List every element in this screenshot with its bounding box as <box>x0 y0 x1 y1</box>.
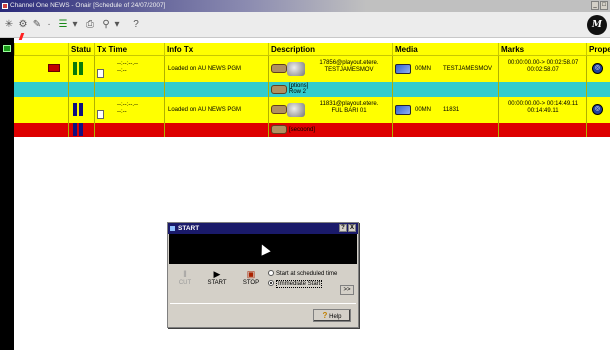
media-name-value: 11831 <box>443 107 460 113</box>
dialog-icon <box>170 226 175 231</box>
column-header-description[interactable]: Description <box>268 43 392 56</box>
left-strip <box>0 38 14 350</box>
table-row[interactable]: --:--:--.-- --:-- Loaded on AU NEWS PGM … <box>14 97 610 123</box>
help-button[interactable]: ? <box>130 18 142 32</box>
dialog-divider <box>170 303 356 304</box>
start-button[interactable]: ▶ START <box>204 268 230 286</box>
clip-hand-icon <box>271 125 287 134</box>
dialog-help-button[interactable]: ? <box>339 224 347 232</box>
print-icon[interactable]: ⎙ <box>84 18 96 32</box>
marks-duration-value: 00:02:58.07 <box>527 67 559 73</box>
table-row[interactable]: --:--:--.-- --:-- Loaded on AU NEWS PGM … <box>14 56 610 82</box>
start-dialog: START ? X ‖ CUT ▶ START ▣ STOP Start at … <box>167 222 359 328</box>
grid-header: Statu Tx Time Info Tx Description Media … <box>14 43 610 56</box>
table-row[interactable]: [secoond] <box>14 123 610 137</box>
stop-button[interactable]: ▣ STOP <box>238 268 264 286</box>
dialog-close-button[interactable]: X <box>348 224 356 232</box>
marks-range-value: 00:00:00.00-> 00:14:49.11 <box>507 101 579 107</box>
pause-icon[interactable] <box>73 123 83 136</box>
toolbar-separator: · <box>47 19 51 30</box>
media-name-value: TESTJAMESMOV <box>443 66 493 72</box>
window-titlebar: Channel One NEWS - Onair [Schedule of 24… <box>0 0 610 12</box>
column-header-media[interactable]: Media <box>392 43 498 56</box>
disk-icon <box>287 62 305 76</box>
tx-duration-value: --:-- <box>117 109 127 115</box>
pencil-icon[interactable]: ✎ <box>32 18 42 32</box>
help-label: Help <box>329 314 342 320</box>
media-icon <box>395 64 411 74</box>
clip-hand-icon <box>271 64 287 73</box>
media-id-value: 00MN <box>415 107 432 113</box>
description-line-2: FUL BARI 01 <box>331 108 367 114</box>
schedule-grid: Statu Tx Time Info Tx Description Media … <box>14 38 610 158</box>
table-row[interactable]: [ptions] Row 2 <box>14 82 610 97</box>
toolbar: ✳ ⚙ ✎ · ☰ ▾ ⎙ ⚲ ▾ ? M <box>0 12 610 38</box>
maximize-button[interactable]: □ <box>600 1 608 10</box>
pause-icon[interactable] <box>73 62 83 75</box>
media-id-value: 00MN <box>415 66 432 72</box>
sub-description-line-1: [secoond] <box>289 127 316 133</box>
document-icon <box>97 69 104 78</box>
star-icon[interactable]: ✳ <box>4 18 14 32</box>
radio-immediate[interactable] <box>268 280 274 287</box>
column-header-info-tx[interactable]: Info Tx <box>164 43 268 56</box>
help-icon: ? <box>322 311 328 320</box>
mouse-cursor-icon <box>257 242 271 256</box>
dialog-title: START <box>178 225 200 232</box>
chevron-down-icon[interactable]: ▾ <box>114 18 120 32</box>
more-options-button[interactable]: >> <box>340 285 354 295</box>
app-icon <box>2 3 8 9</box>
marks-range-value: 00:00:00.00-> 00:02:58.07 <box>507 60 579 66</box>
option-immediate-label: Immediate Start <box>276 280 323 288</box>
description-line-1: 17856@playout.etere. <box>319 60 379 66</box>
zoom-icon[interactable]: ⚲ <box>100 18 112 32</box>
sub-description-line-2: Row 2 <box>289 89 307 95</box>
preview-area <box>169 234 357 264</box>
description-line-2: TESTJAMESMOV <box>324 67 374 73</box>
dialog-titlebar: START ? X <box>168 223 358 234</box>
tx-time-value: --:--:--.-- <box>117 61 138 67</box>
info-tx-value: Loaded on AU NEWS PGM <box>168 107 242 113</box>
stop-icon: ▣ <box>246 269 256 279</box>
properties-icon[interactable]: ◎ <box>592 104 603 115</box>
chevron-down-icon[interactable]: ▾ <box>72 18 78 32</box>
help-button[interactable]: ? Help <box>313 309 351 322</box>
description-line-1: 11831@playout.etere. <box>319 101 379 107</box>
marks-duration-value: 00:14:49.11 <box>527 108 559 114</box>
clip-hand-icon <box>271 105 287 114</box>
window-controls: _ □ <box>591 1 608 10</box>
brand-logo: M <box>587 15 607 35</box>
tx-duration-value: --:-- <box>117 68 127 74</box>
playing-arrow-icon <box>48 64 60 72</box>
cut-icon: ‖ <box>183 269 187 279</box>
cut-label: CUT <box>178 280 192 286</box>
info-tx-value: Loaded on AU NEWS PGM <box>168 66 242 72</box>
option-scheduled-start[interactable]: Start at scheduled time <box>268 270 337 278</box>
tx-time-value: --:--:--.-- <box>117 102 138 108</box>
column-header-tx-time[interactable]: Tx Time <box>94 43 164 56</box>
disk-icon <box>287 103 305 117</box>
column-header-marker[interactable] <box>14 43 68 56</box>
radio-scheduled[interactable] <box>268 270 274 277</box>
gear-icon[interactable]: ⚙ <box>18 18 28 32</box>
status-indicator-icon[interactable] <box>3 45 11 52</box>
window-title: Channel One NEWS - Onair [Schedule of 24… <box>10 2 166 9</box>
properties-icon[interactable]: ◎ <box>592 63 603 74</box>
option-scheduled-label: Start at scheduled time <box>276 271 338 277</box>
media-icon <box>395 105 411 115</box>
document-icon <box>97 110 104 119</box>
minimize-button[interactable]: _ <box>591 1 599 10</box>
cut-button[interactable]: ‖ CUT <box>172 268 198 286</box>
pause-icon[interactable] <box>73 103 83 116</box>
play-icon: ▶ <box>213 269 221 279</box>
add-item-icon[interactable]: ☰ <box>56 18 70 32</box>
start-label: START <box>207 280 227 286</box>
clip-hand-icon <box>271 85 287 94</box>
column-header-properties[interactable]: Prope <box>586 43 610 56</box>
column-header-status[interactable]: Statu <box>68 43 94 56</box>
stop-label: STOP <box>242 280 260 286</box>
column-header-marks[interactable]: Marks <box>498 43 586 56</box>
option-immediate-start[interactable]: Immediate Start <box>268 280 323 288</box>
